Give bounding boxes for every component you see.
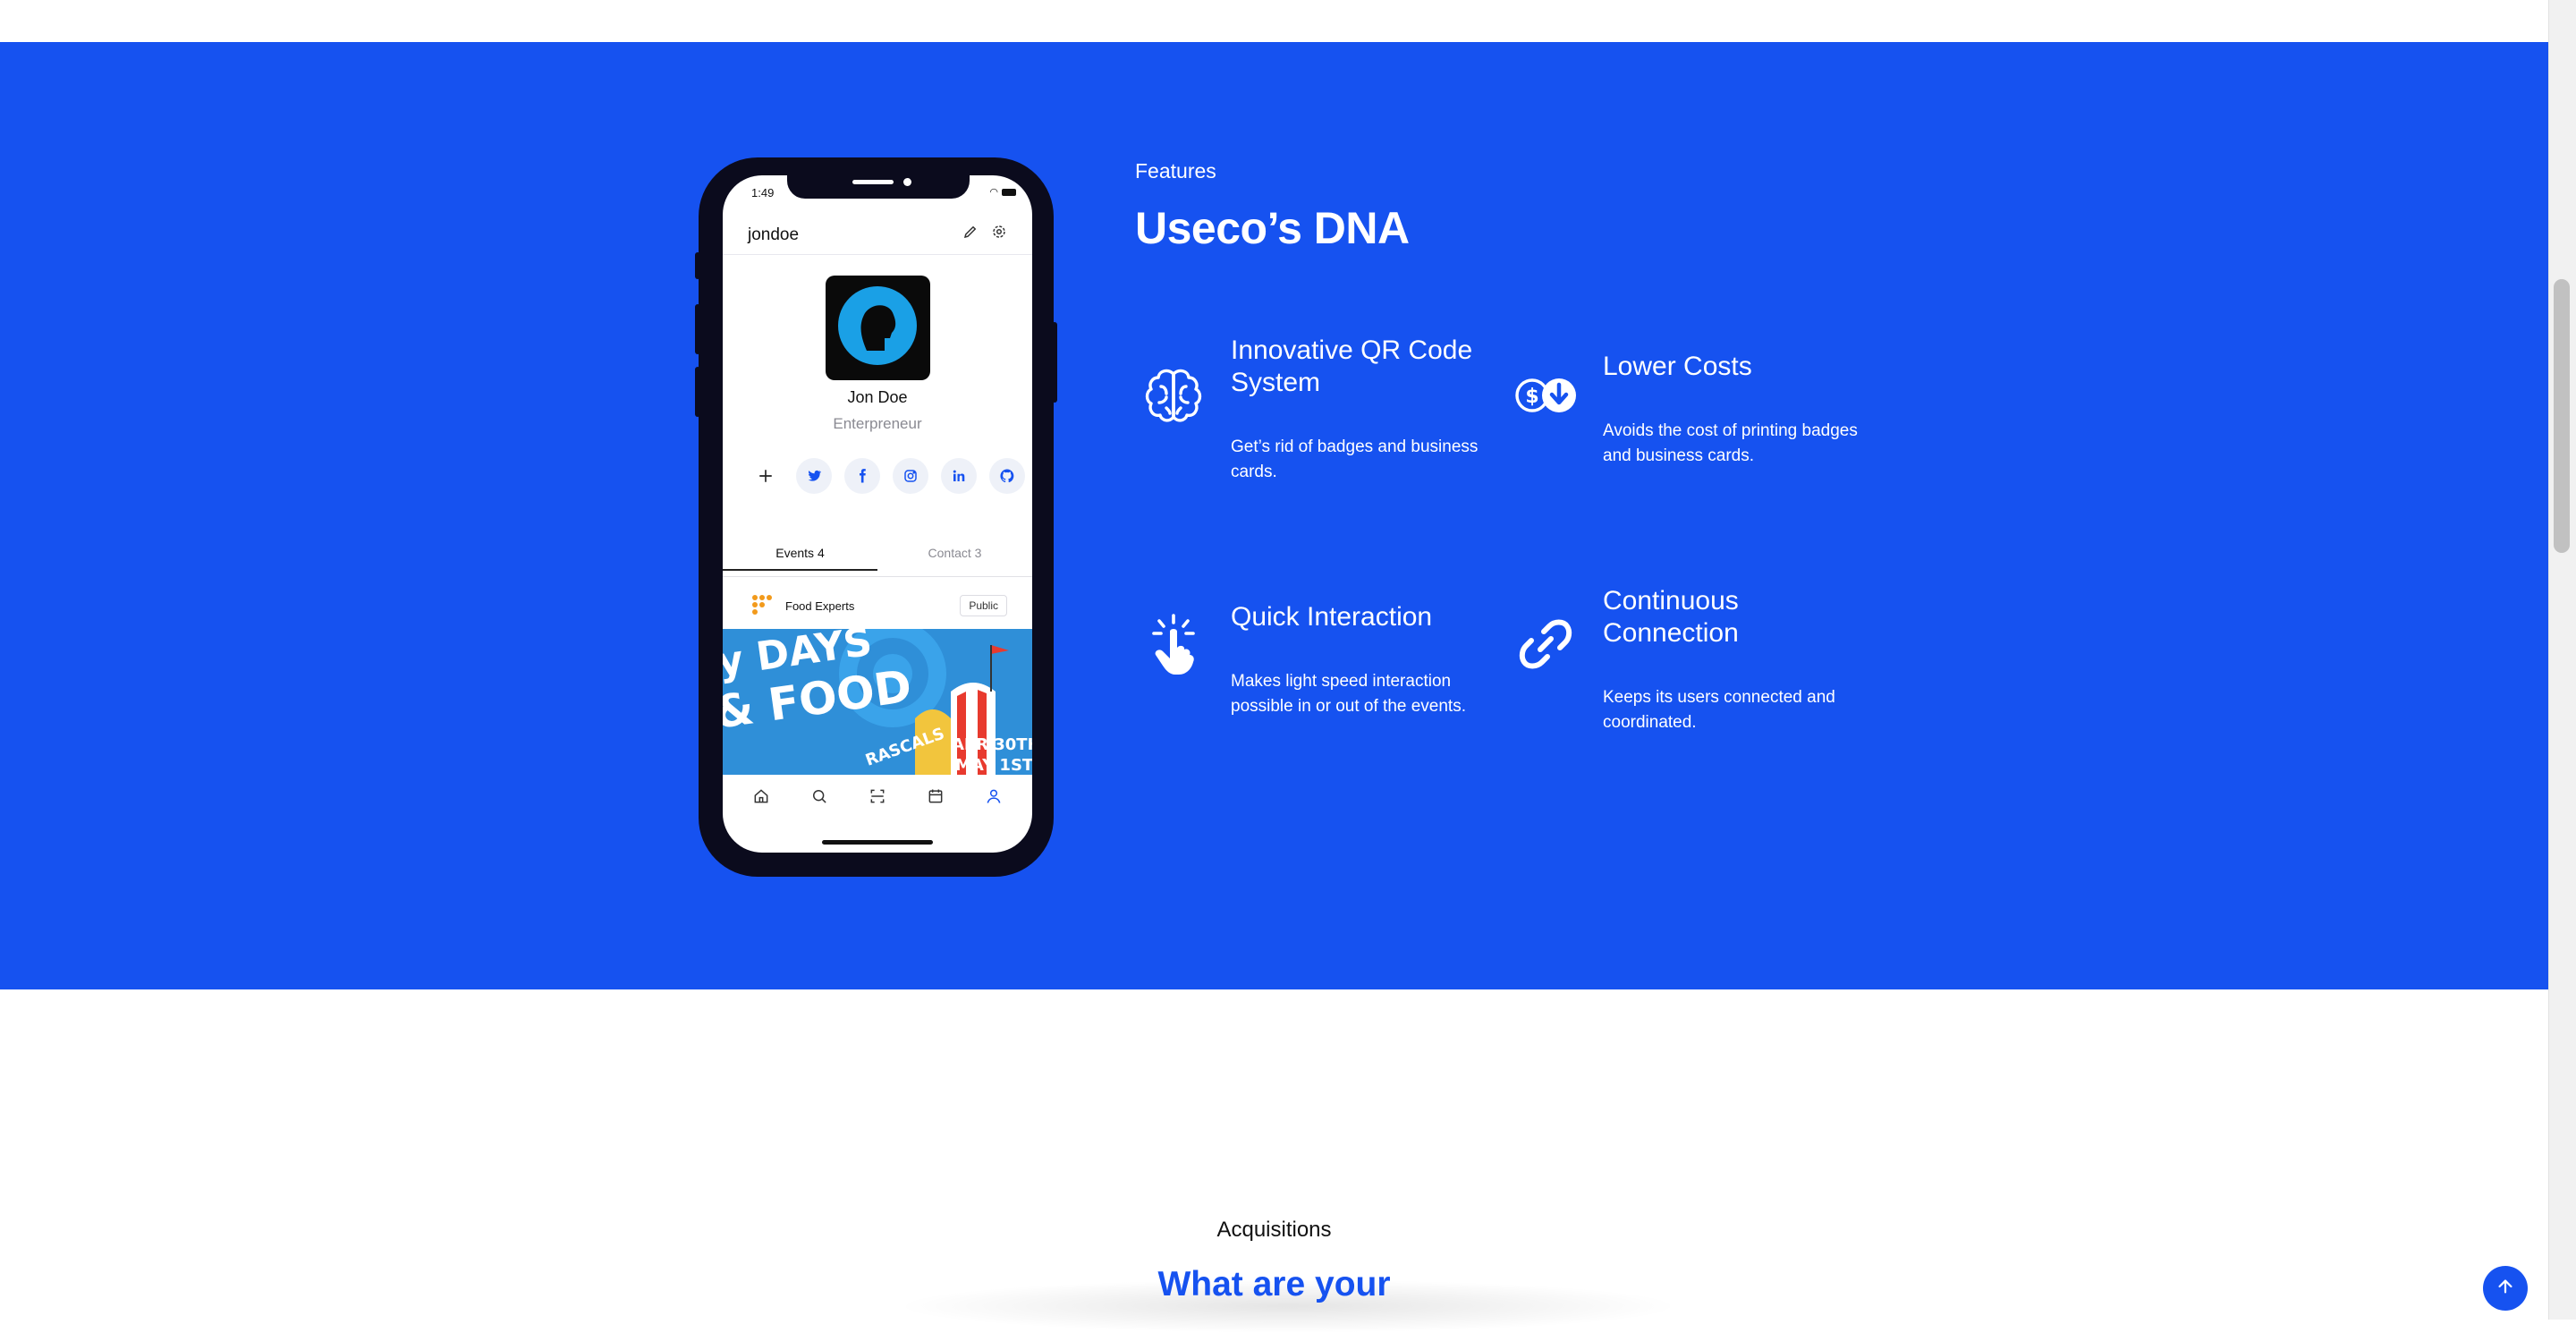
scrollbar-thumb[interactable] bbox=[2554, 279, 2570, 553]
scan-icon[interactable] bbox=[869, 787, 886, 810]
tab-contact[interactable]: Contact 3 bbox=[877, 542, 1032, 560]
phone-bottom-nav bbox=[723, 782, 1032, 814]
profile-username: jondoe bbox=[748, 225, 800, 244]
profile-name: Jon Doe bbox=[847, 388, 908, 406]
lower-costs-icon: $ bbox=[1513, 363, 1578, 428]
feature-desc-quick: Makes light speed interaction possible i… bbox=[1231, 672, 1466, 716]
feature-title-qr: Innovative QR Code System bbox=[1231, 335, 1473, 397]
profile-tabs: Events 4 Contact 3 bbox=[723, 542, 1032, 574]
phone-screen: 1:49 ◠ jondoe Jon Doe Enterpreneur Event… bbox=[723, 175, 1032, 853]
home-icon[interactable] bbox=[752, 787, 770, 810]
banner-text-5: MAY 1ST bbox=[955, 756, 1032, 775]
features-section bbox=[0, 42, 2548, 989]
feature-desc-continuous: Keeps its users connected and coordinate… bbox=[1603, 688, 1835, 732]
wifi-icon: ◠ bbox=[989, 187, 998, 198]
link-icon bbox=[1513, 612, 1578, 676]
event-card-header[interactable]: Food Experts Public bbox=[723, 587, 1032, 626]
profile-actions bbox=[962, 224, 1007, 244]
header-divider bbox=[723, 254, 1032, 255]
feature-title-continuous: Continuous Connection bbox=[1603, 586, 1739, 648]
edit-icon[interactable] bbox=[962, 224, 979, 244]
banner-text-4: APR 30TH bbox=[952, 735, 1032, 754]
food-experts-logo-icon bbox=[751, 594, 775, 617]
calendar-icon[interactable] bbox=[927, 787, 945, 810]
arrow-up-icon bbox=[2496, 1277, 2515, 1301]
feature-title-quick: Quick Interaction bbox=[1231, 602, 1433, 632]
search-icon[interactable] bbox=[810, 787, 828, 810]
brain-icon bbox=[1141, 363, 1206, 428]
instagram-icon[interactable] bbox=[893, 458, 928, 494]
tap-icon bbox=[1141, 612, 1206, 676]
acquisitions-title: What are your bbox=[1157, 1265, 1391, 1303]
features-title: Useco’s DNA bbox=[1135, 203, 1410, 253]
phone-volume-up-button bbox=[695, 304, 700, 354]
github-icon[interactable] bbox=[989, 458, 1025, 494]
scroll-to-top-button[interactable] bbox=[2483, 1266, 2528, 1311]
linkedin-icon[interactable] bbox=[941, 458, 977, 494]
status-time: 1:49 bbox=[751, 186, 775, 200]
feature-desc-qr: Get’s rid of badges and business cards. bbox=[1231, 437, 1479, 481]
facebook-icon[interactable] bbox=[844, 458, 880, 494]
avatar bbox=[826, 276, 930, 380]
acquisitions-eyebrow: Acquisitions bbox=[1216, 1218, 1332, 1242]
event-organizer: Food Experts bbox=[785, 599, 855, 613]
visibility-badge: Public bbox=[960, 595, 1007, 616]
plus-icon[interactable] bbox=[748, 458, 784, 494]
profile-icon[interactable] bbox=[985, 787, 1003, 810]
phone-notch bbox=[787, 175, 970, 199]
social-links bbox=[748, 458, 1025, 494]
speaker bbox=[852, 180, 894, 184]
features-eyebrow: Features bbox=[1135, 159, 1216, 183]
phone-mute-button bbox=[695, 252, 700, 279]
phone-volume-down-button bbox=[695, 367, 700, 417]
status-icons: ◠ bbox=[989, 186, 1016, 198]
phone-power-button bbox=[1052, 322, 1057, 403]
profile-title: Enterpreneur bbox=[833, 415, 922, 432]
tabs-divider bbox=[723, 576, 1032, 577]
camera bbox=[903, 178, 911, 186]
event-banner-image[interactable]: y DAYS & FOOD RASCALS APR 30TH MAY 1ST bbox=[723, 629, 1032, 775]
feature-desc-lower-costs: Avoids the cost of printing badges and b… bbox=[1603, 421, 1858, 465]
scrollbar-track[interactable] bbox=[2548, 0, 2576, 1320]
twitter-icon[interactable] bbox=[796, 458, 832, 494]
svg-text:$: $ bbox=[1525, 386, 1538, 408]
home-indicator bbox=[822, 840, 933, 845]
tab-events[interactable]: Events 4 bbox=[723, 542, 877, 571]
gear-icon[interactable] bbox=[991, 224, 1007, 244]
feature-title-lower-costs: Lower Costs bbox=[1603, 352, 1752, 381]
battery-icon bbox=[1002, 189, 1016, 197]
